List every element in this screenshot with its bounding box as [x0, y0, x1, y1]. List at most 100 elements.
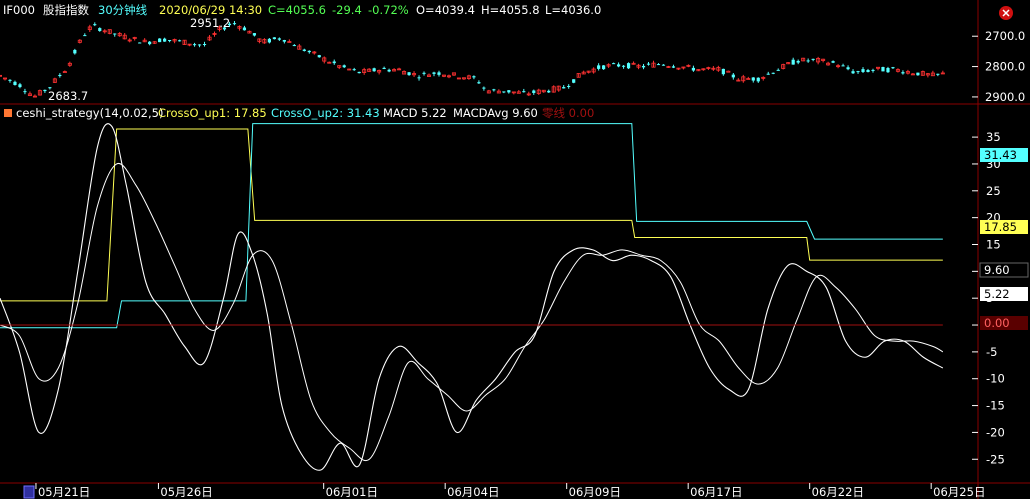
close-icon[interactable] [999, 6, 1013, 20]
candle-body [656, 64, 661, 66]
candle-body [856, 71, 860, 73]
candle-body [422, 72, 426, 74]
candle-body [98, 28, 102, 31]
candle-body [242, 27, 247, 31]
date-tick-label: 06月17日 [690, 485, 742, 499]
candle-body [352, 69, 356, 71]
indicator-tick-label: -10 [986, 372, 1005, 386]
price-tick-label: 2700.0 [985, 29, 1025, 43]
candle-body [502, 91, 506, 93]
macd-badge: 5.22 [980, 287, 1028, 301]
macdavg-badge: 9.60 [979, 262, 1029, 278]
macdavg-label: MACDAvg 9.60 [453, 106, 538, 120]
header-period: 30分钟线 [98, 3, 148, 17]
candle-body [18, 84, 22, 88]
indicator-tick-label: 15 [986, 237, 1001, 251]
candle-body [532, 90, 536, 93]
candle-body [936, 73, 940, 75]
svg-text:31.43: 31.43 [984, 148, 1017, 162]
date-tick-label: 05月26日 [160, 485, 212, 499]
candle-body [23, 91, 27, 93]
indicator-tick-label: -15 [986, 399, 1005, 413]
header-change-pct: -0.72% [368, 3, 409, 17]
candle-body [472, 76, 476, 78]
candle-body [776, 69, 780, 71]
candle-body [332, 61, 336, 64]
candle-body [272, 37, 276, 40]
candle-body [611, 63, 616, 65]
candle-body [547, 90, 551, 93]
candle-body [168, 40, 172, 42]
candle-body [626, 63, 631, 69]
candle-body [417, 77, 421, 79]
candle-body [756, 77, 760, 82]
candle-body [177, 40, 182, 42]
svg-text:5.22: 5.22 [984, 287, 1010, 301]
header-close: C=4055.6 [268, 3, 326, 17]
candle-body [8, 79, 12, 81]
high-annotation: 2951.2 [190, 16, 230, 30]
series-macd-line [0, 123, 944, 471]
date-tick-label: 06月25日 [933, 485, 985, 499]
candle-body [372, 68, 376, 72]
candle-body [342, 65, 346, 68]
candle-body [202, 44, 207, 46]
chart-canvas: 2900.0 2800.0 2700.0 IF000 股指指数 30分钟线 2020… [0, 0, 1030, 499]
candle-body [866, 69, 870, 73]
candle-body [646, 63, 651, 65]
indicator-marker-icon [4, 109, 12, 117]
candle-body [916, 72, 920, 76]
candle-body [387, 69, 391, 72]
candle-body [113, 33, 117, 35]
indicator-lines [0, 123, 944, 471]
candle-body [317, 55, 321, 58]
svg-text:17.85: 17.85 [984, 220, 1017, 234]
header-symbol: IF000 [3, 3, 35, 17]
candle-body [138, 42, 142, 44]
zero-label: 零线 0.00 [542, 106, 594, 120]
date-tick-label: 05月21日 [38, 485, 90, 499]
candle-body [641, 65, 646, 68]
candle-body [307, 50, 311, 53]
candle-body [302, 49, 306, 51]
candle-body [841, 65, 845, 67]
candle-body [277, 38, 281, 40]
candle-body [437, 72, 441, 75]
candle-body [597, 65, 601, 69]
candle-body [602, 65, 606, 70]
indicator-tick-label: -20 [986, 425, 1005, 439]
candle-body [726, 70, 731, 73]
candle-body [567, 85, 571, 87]
candle-body [357, 71, 361, 74]
header-name: 股指指数 [43, 3, 89, 17]
indicator-tick-label: 35 [986, 130, 1001, 144]
crossup1-badge: 17.85 [980, 220, 1028, 234]
candle-body [252, 33, 257, 36]
candle-body [492, 89, 496, 91]
indicator-name: ceshi_strategy(14,0.02,5) [16, 106, 163, 120]
date-tick-label: 06月22日 [812, 485, 864, 499]
scroll-handle[interactable] [23, 485, 35, 499]
candle-body [432, 72, 436, 74]
svg-text:9.60: 9.60 [984, 263, 1010, 277]
candle-body [562, 87, 566, 89]
candle-body [197, 44, 202, 46]
candle-body [148, 41, 152, 45]
header-open: O=4039.4 [416, 3, 475, 17]
candle-body [806, 60, 810, 62]
header-high: H=4055.8 [481, 3, 540, 17]
candle-body [831, 61, 835, 63]
candle-body [158, 38, 162, 43]
candle-body [522, 91, 526, 93]
candle-body [886, 68, 890, 73]
candle-body [192, 44, 197, 46]
candle-body [846, 67, 850, 70]
price-candles [0, 21, 945, 98]
candle-body [796, 60, 800, 63]
candle-body [881, 67, 885, 72]
candle-body [901, 72, 905, 74]
date-tick-label: 06月01日 [326, 485, 378, 499]
candle-body [731, 74, 735, 78]
candle-body [891, 67, 895, 69]
candle-body [282, 40, 286, 42]
